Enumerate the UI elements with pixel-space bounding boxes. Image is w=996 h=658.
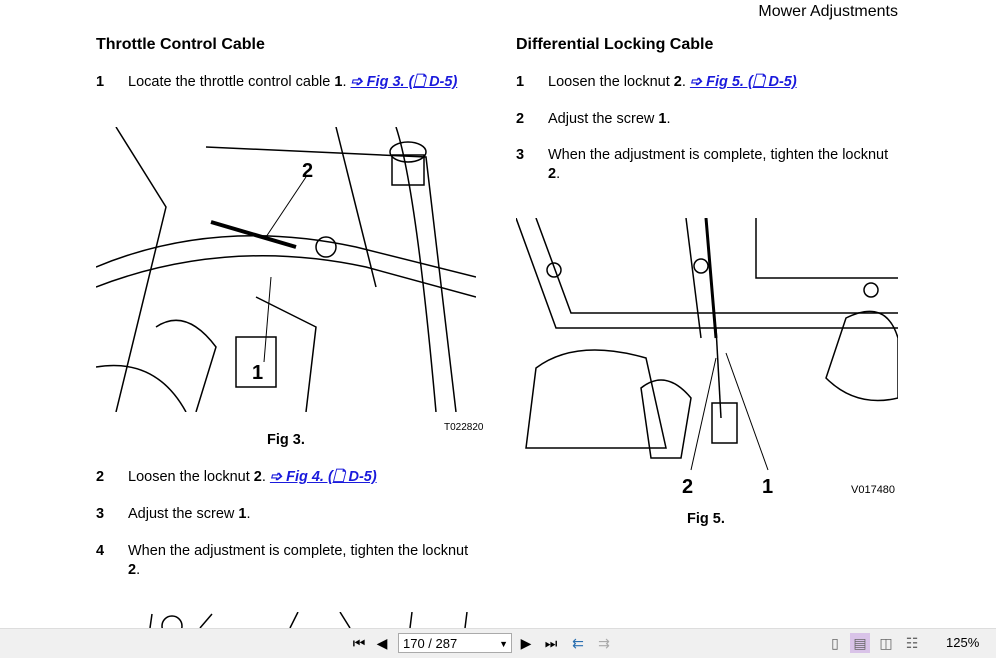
fig-3-link[interactable]: ➩ Fig 3. (🗋 D-5) xyxy=(351,74,458,90)
punct: . xyxy=(136,562,141,578)
page-number-select[interactable]: 170 / 287 ▼ xyxy=(398,633,512,653)
first-page-button[interactable]: ⏮ xyxy=(350,633,368,653)
step-number: 2 xyxy=(96,469,105,485)
step-text: When the adjustment is complete, tighten… xyxy=(548,147,889,163)
step-ref: 2 xyxy=(128,562,137,578)
next-page-button[interactable]: ▶ xyxy=(518,633,534,653)
step-ref: 2 xyxy=(673,74,682,90)
continuous-view-button[interactable]: ▤ xyxy=(850,633,870,653)
section-heading-differential: Differential Locking Cable xyxy=(516,36,714,53)
continuous-facing-view-button[interactable]: ☷ xyxy=(902,633,922,653)
step-number: 4 xyxy=(96,543,105,559)
page-header-title: Mower Adjustments xyxy=(758,3,898,20)
figure-5-illustration: 2 1 xyxy=(516,218,898,498)
callout-1: 1 xyxy=(252,362,263,384)
go-back-view-button[interactable]: ⇇ xyxy=(568,633,588,653)
step-number: 1 xyxy=(516,74,525,90)
callout-1: 1 xyxy=(762,476,773,498)
punct: . xyxy=(246,506,251,522)
single-page-icon: ▯ xyxy=(831,635,839,651)
punct: . xyxy=(666,111,671,127)
facing-pages-icon: ◫ xyxy=(879,635,893,651)
punct: . xyxy=(556,166,561,182)
figure-3-illustration: 2 1 xyxy=(96,127,476,412)
last-page-icon: ⏭ xyxy=(544,635,558,651)
step-text: Locate the throttle control cable xyxy=(128,74,335,90)
continuous-page-icon: ▤ xyxy=(853,635,867,651)
step-number: 2 xyxy=(516,111,525,127)
figure-caption: Fig 3. xyxy=(267,432,305,448)
callout-2: 2 xyxy=(682,476,693,498)
fig-4-link[interactable]: ➩ Fig 4. (🗋 D-5) xyxy=(270,469,377,485)
chevron-down-icon: ▼ xyxy=(499,639,508,649)
fig-5-link[interactable]: ➩ Fig 5. (🗋 D-5) xyxy=(690,74,797,90)
step-text: Adjust the screw xyxy=(128,506,239,522)
callout-2: 2 xyxy=(302,160,313,182)
continuous-facing-icon: ☷ xyxy=(905,635,919,651)
previous-icon: ◀ xyxy=(376,635,388,651)
step-text: Adjust the screw xyxy=(548,111,659,127)
step-ref: 2 xyxy=(548,166,557,182)
zoom-level[interactable]: 125% xyxy=(946,635,979,650)
facing-view-button[interactable]: ◫ xyxy=(876,633,896,653)
step-text: Loosen the locknut xyxy=(548,74,674,90)
step-ref: 1 xyxy=(658,111,667,127)
go-forward-view-button[interactable]: ⇉ xyxy=(594,633,614,653)
step-number: 1 xyxy=(96,74,105,90)
first-page-icon: ⏮ xyxy=(352,635,366,651)
back-view-icon: ⇇ xyxy=(572,635,584,651)
step-ref: 1 xyxy=(334,74,343,90)
step-number: 3 xyxy=(96,506,105,522)
next-icon: ▶ xyxy=(520,635,532,651)
figure-caption: Fig 5. xyxy=(687,511,725,527)
step-ref: 2 xyxy=(253,469,262,485)
step-number: 3 xyxy=(516,147,525,163)
pdf-navigation-toolbar: ⏮ ◀ 170 / 287 ▼ ▶ ⏭ ⇇ ⇉ ▯ ▤ ◫ ☷ 125% xyxy=(0,628,996,658)
previous-page-button[interactable]: ◀ xyxy=(374,633,390,653)
single-page-view-button[interactable]: ▯ xyxy=(826,633,844,653)
section-heading-throttle: Throttle Control Cable xyxy=(96,36,265,53)
forward-view-icon: ⇉ xyxy=(598,635,610,651)
step-text: When the adjustment is complete, tighten… xyxy=(128,543,469,559)
last-page-button[interactable]: ⏭ xyxy=(542,633,560,653)
next-figure-partial xyxy=(149,612,468,628)
step-ref: 1 xyxy=(238,506,247,522)
step-text: Loosen the locknut xyxy=(128,469,254,485)
page-number-value: 170 / 287 xyxy=(403,636,458,651)
figure-code: V017480 xyxy=(851,484,896,496)
figure-code: T022820 xyxy=(444,422,484,433)
